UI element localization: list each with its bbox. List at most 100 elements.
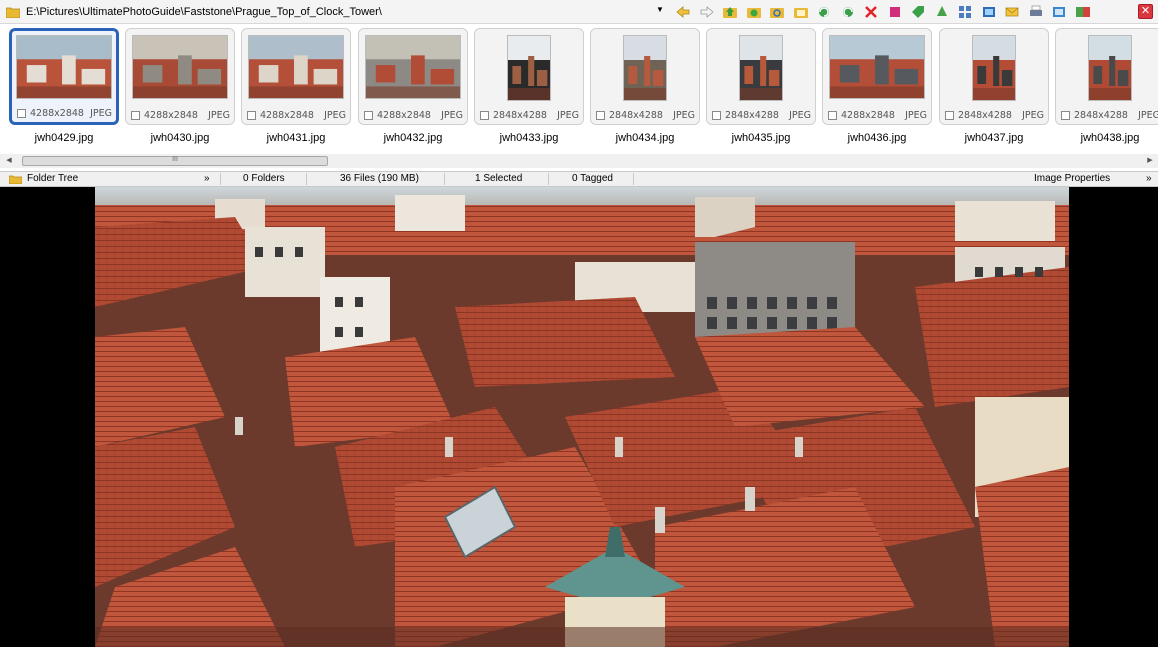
print-icon[interactable] (1027, 3, 1045, 21)
tag-checkbox[interactable] (247, 110, 256, 120)
tag-checkbox[interactable] (712, 110, 721, 120)
thumbnail-scrollbar[interactable]: ◀ III ▶ (0, 154, 1158, 168)
thumbnail-filename[interactable]: jwh0432.jpg (358, 132, 468, 144)
thumbnail-image[interactable] (829, 35, 925, 99)
status-separator (444, 173, 445, 185)
back-arrow-icon[interactable] (674, 3, 692, 21)
scrollbar-grip: III (172, 156, 178, 163)
main-photo[interactable] (95, 187, 1069, 647)
thumbnail-dimensions: 2848x4288 (725, 109, 779, 121)
thumbnail-filename[interactable]: jwh0437.jpg (939, 132, 1049, 144)
delete-x-icon[interactable] (862, 3, 880, 21)
folder-up-icon[interactable] (721, 3, 739, 21)
tag-checkbox[interactable] (131, 110, 140, 120)
thumbnail-card[interactable]: 2848x4288 JPEG (474, 28, 584, 125)
thumbnail-meta: 4288x2848 JPEG (247, 109, 346, 121)
thumbnail-dimensions: 4288x2848 (260, 109, 314, 121)
tag-checkbox[interactable] (364, 110, 373, 120)
thumbnail-image[interactable] (132, 35, 228, 99)
close-app-button[interactable]: ✕ (1138, 4, 1153, 19)
rotate-left-icon[interactable] (815, 3, 833, 21)
tag-checkbox[interactable] (1061, 110, 1070, 120)
email-icon[interactable] (1003, 3, 1021, 21)
status-separator (633, 173, 634, 185)
thumbnail-image[interactable] (739, 35, 783, 101)
thumbnail-file-type: JPEG (208, 109, 230, 121)
thumbnail-dimensions: 2848x4288 (609, 109, 663, 121)
scroll-left-icon[interactable]: ◀ (2, 154, 16, 168)
thumbnail-dimensions: 4288x2848 (30, 107, 84, 119)
thumbnail-file-type: JPEG (905, 109, 927, 121)
thumbnail-meta: 2848x4288 JPEG (596, 109, 695, 121)
status-separator (548, 173, 549, 185)
thumbnail-card[interactable]: 4288x2848 JPEG (9, 28, 119, 125)
thumbnail-card[interactable]: 2848x4288 JPEG (1055, 28, 1158, 125)
stop-icon[interactable] (886, 3, 904, 21)
folder-tree-toggle[interactable]: Folder Tree (27, 172, 78, 186)
thumbnail-filename[interactable]: jwh0438.jpg (1055, 132, 1158, 144)
thumbnail-card[interactable]: 4288x2848 JPEG (125, 28, 235, 125)
path-combobox[interactable]: E:\Pictures\UltimatePhotoGuide\Faststone… (6, 3, 666, 20)
thumbnail-file-type: JPEG (557, 109, 579, 121)
thumbnail-filename[interactable]: jwh0431.jpg (241, 132, 351, 144)
tag-checkbox[interactable] (480, 110, 489, 120)
thumbnail-file-type: JPEG (1022, 109, 1044, 121)
thumbnail-meta: 2848x4288 JPEG (480, 109, 579, 121)
thumbnail-card[interactable]: 2848x4288 JPEG (939, 28, 1049, 125)
tag-checkbox[interactable] (17, 108, 26, 118)
scrollbar-thumb[interactable]: III (22, 156, 328, 166)
rotate-right-icon[interactable] (839, 3, 857, 21)
thumbnail-card[interactable]: 2848x4288 JPEG (590, 28, 700, 125)
folder-open-icon[interactable] (792, 3, 810, 21)
thumbnail-strip: 4288x2848 JPEG jwh0429.jpg 4288x2848 JPEG jwh… (0, 24, 1158, 154)
grid-icon[interactable] (956, 3, 974, 21)
thumbnail-filename[interactable]: jwh0436.jpg (822, 132, 932, 144)
thumbnail-card[interactable]: 4288x2848 JPEG (358, 28, 468, 125)
thumbnail-filename[interactable]: jwh0430.jpg (125, 132, 235, 144)
thumbnail-image[interactable] (1088, 35, 1132, 101)
thumbnail-image[interactable] (16, 35, 112, 99)
tag-checkbox[interactable] (596, 110, 605, 120)
thumbnail-filename[interactable]: jwh0429.jpg (9, 132, 119, 144)
image-properties-collapse-icon[interactable]: » (1146, 172, 1152, 186)
thumbnail-filename[interactable]: jwh0435.jpg (706, 132, 816, 144)
thumbnail-card[interactable]: 2848x4288 JPEG (706, 28, 816, 125)
thumbnail-meta: 4288x2848 JPEG (131, 109, 230, 121)
address-bar: E:\Pictures\UltimatePhotoGuide\Faststone… (0, 0, 1158, 24)
path-dropdown-arrow[interactable]: ▼ (656, 5, 664, 15)
thumbnail-file-type: JPEG (90, 107, 112, 119)
thumbnail-image[interactable] (248, 35, 344, 99)
folder-count: 0 Folders (243, 173, 285, 184)
thumbnail-image[interactable] (507, 35, 551, 101)
thumbnail-file-type: JPEG (1138, 109, 1158, 121)
thumbnail-dimensions: 2848x4288 (958, 109, 1012, 121)
tag-icon[interactable] (909, 3, 927, 21)
thumbnail-image[interactable] (972, 35, 1016, 101)
status-bar: Folder Tree » 0 Folders 36 Files (190 MB… (0, 171, 1158, 187)
recycle-icon[interactable] (933, 3, 951, 21)
thumbnail-image[interactable] (623, 35, 667, 101)
thumbnail-file-type: JPEG (324, 109, 346, 121)
folder-green-icon[interactable] (745, 3, 763, 21)
compare-icon[interactable] (1074, 3, 1092, 21)
scroll-right-icon[interactable]: ▶ (1143, 154, 1157, 168)
thumbnail-card[interactable]: 4288x2848 JPEG (822, 28, 932, 125)
resize-icon[interactable] (980, 3, 998, 21)
thumbnail-filename[interactable]: jwh0433.jpg (474, 132, 584, 144)
folder-tree-collapse-icon[interactable]: » (204, 172, 210, 186)
thumbnail-card[interactable]: 4288x2848 JPEG (241, 28, 351, 125)
thumbnail-meta: 4288x2848 JPEG (364, 109, 463, 121)
selected-count: 1 Selected (475, 173, 523, 184)
thumbnail-filename[interactable]: jwh0434.jpg (590, 132, 700, 144)
thumbnail-meta: 4288x2848 JPEG (828, 109, 927, 121)
thumbnail-dimensions: 2848x4288 (493, 109, 547, 121)
status-separator (220, 173, 221, 185)
tag-checkbox[interactable] (828, 110, 837, 120)
slideshow-icon[interactable] (1050, 3, 1068, 21)
tag-checkbox[interactable] (945, 110, 954, 120)
image-properties-toggle[interactable]: Image Properties (1034, 172, 1110, 186)
folder-refresh-icon[interactable] (768, 3, 786, 21)
forward-arrow-icon[interactable] (698, 3, 716, 21)
thumbnail-image[interactable] (365, 35, 461, 99)
image-viewer[interactable] (0, 187, 1158, 647)
